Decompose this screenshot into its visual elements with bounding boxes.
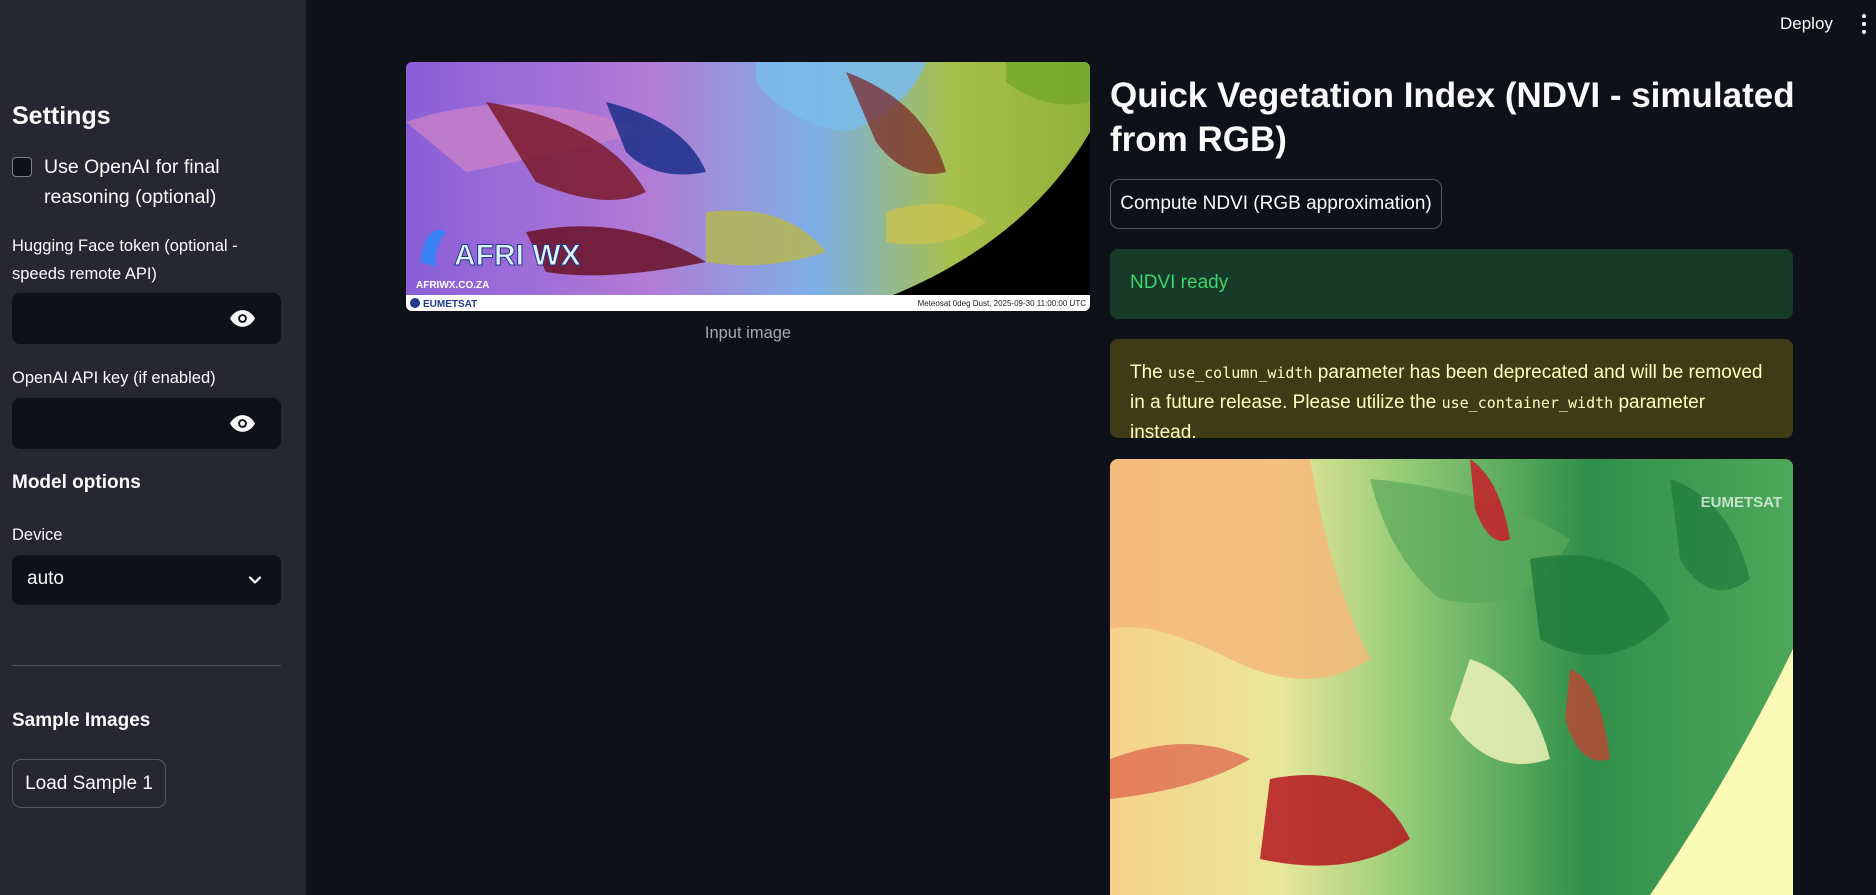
openai-key-label: OpenAI API key (if enabled) [12,369,216,387]
eumetsat-watermark: EUMETSAT [1701,494,1782,511]
device-select[interactable]: auto [12,555,281,605]
ndvi-output-image: EUMETSAT [1110,459,1793,895]
openai-key-input[interactable] [12,398,281,449]
openai-checkbox-label[interactable]: Use OpenAI for final reasoning (optional… [44,152,292,212]
code-use-column-width: use_column_width [1168,364,1313,382]
device-select-value[interactable]: auto [27,568,64,590]
code-use-container-width: use_container_width [1441,394,1614,412]
chevron-down-icon[interactable] [247,572,263,588]
device-label: Device [12,526,63,544]
model-options-heading: Model options [12,472,141,493]
sidebar: Settings Use OpenAI for final reasoning … [0,0,306,895]
eye-icon[interactable] [230,414,255,433]
page-title: Quick Vegetation Index (NDVI - simulated… [1110,76,1795,159]
deprecation-warning: The use_column_width parameter has been … [1110,339,1793,443]
satellite-dust-image: EUMETSAT Meteosat 0deg Dust, 2025-09-30 … [406,62,1090,311]
hf-token-label: Hugging Face token (optional - speeds re… [12,237,238,283]
hf-token-input[interactable] [12,293,281,344]
checkbox-box[interactable] [12,157,32,177]
ndvi-map: EUMETSAT [1110,459,1793,895]
settings-heading: Settings [12,102,111,130]
input-image: EUMETSAT Meteosat 0deg Dust, 2025-09-30 … [406,62,1090,311]
afriwx-url: AFRIWX.CO.ZA [416,280,489,291]
vertical-dots-icon[interactable] [1861,14,1867,36]
load-sample-button[interactable]: Load Sample 1 [12,759,166,808]
success-alert: NDVI ready [1110,249,1793,319]
image-footer-caption: Meteosat 0deg Dust, 2025-09-30 11:00:00 … [918,299,1087,308]
sidebar-divider [12,665,281,666]
sample-images-heading: Sample Images [12,710,151,731]
deploy-button[interactable]: Deploy [1780,14,1833,34]
input-image-caption: Input image [704,324,792,342]
success-message: NDVI ready [1130,272,1229,293]
afriwx-logo: AFRI WX [454,239,581,272]
eye-icon[interactable] [230,309,255,328]
eumetsat-footer-brand: EUMETSAT [423,299,477,310]
compute-ndvi-button[interactable]: Compute NDVI (RGB approximation) [1110,179,1442,229]
openai-checkbox[interactable]: Use OpenAI for final reasoning (optional… [12,152,292,212]
